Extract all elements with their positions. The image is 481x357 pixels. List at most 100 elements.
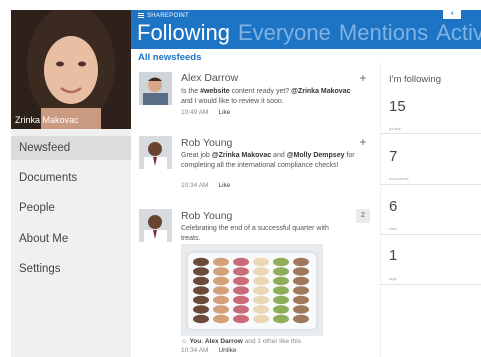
macaron [233,267,249,276]
macaron [253,314,269,324]
post-text-part: content ready yet? [229,88,292,95]
stat-tags-label: tags [389,276,397,281]
likes-rest: and 1 other like this [242,338,301,345]
macaron [273,276,289,286]
stat-sites-label: sites [389,226,398,231]
macaron [213,276,229,286]
brand: SHAREPOINT [138,13,189,19]
post-time: 10:49 AM [181,109,209,116]
nav-item-documents[interactable]: Documents [11,166,131,190]
likes-person-link[interactable]: Alex Darrow [205,338,243,345]
reply-button[interactable]: + [356,71,370,85]
macaron [213,314,229,324]
macaron [253,276,269,286]
notification-badge[interactable]: 4 [443,10,461,19]
nav-item-newsfeed[interactable]: Newsfeed [11,136,131,160]
post-text-part: Great job [181,152,212,159]
macaron [213,305,229,314]
unlike-link[interactable]: Unlike [218,347,236,354]
sharepoint-newsfeed-screen: Zrinka Makovac Newsfeed Documents People… [0,0,481,357]
post-text: Is the #website content ready yet? @Zrin… [181,87,356,107]
macaron [273,286,289,295]
divider [380,284,481,285]
post-meta: 10:49 AM Like [181,109,230,116]
macaron [213,286,229,295]
post-text-part: Is the [181,88,201,95]
stat-sites-count[interactable]: 6 [389,198,397,215]
macaron [193,305,209,314]
sidebar: Newsfeed Documents People About Me Setti… [11,129,131,357]
macaron [253,257,269,267]
stat-people-label: people [389,126,402,131]
macaron [233,305,249,314]
macaron [253,305,269,314]
post-text-part: and [271,152,287,159]
post-time: 10:34 AM [181,347,209,354]
tab-mentions[interactable]: Mentions [339,20,428,46]
nav-item-about-me[interactable]: About Me [11,227,131,251]
macaron [293,257,309,267]
macaron [293,295,309,305]
profile-photo[interactable]: Zrinka Makovac [11,10,131,129]
macaron [193,314,209,324]
divider [380,133,481,134]
stat-people-count[interactable]: 15 [389,98,406,115]
post-text-part: and I would like to review it soon. [181,98,284,105]
macaron [213,267,229,276]
avatar-image [139,136,172,169]
like-link[interactable]: Like [218,182,230,189]
tab-following[interactable]: Following [137,20,230,46]
divider [380,234,481,235]
avatar[interactable] [139,209,172,242]
macaron [293,305,309,314]
reply-button[interactable]: + [356,135,370,149]
tab-everyone[interactable]: Everyone [238,20,331,46]
macaron [273,314,289,324]
divider [380,184,481,185]
avatar[interactable] [139,136,172,169]
feed-title[interactable]: All newsfeeds [138,52,201,63]
macaron [293,267,309,276]
macaron [233,286,249,295]
avatar[interactable] [139,72,172,105]
like-link[interactable]: Like [218,109,230,116]
macaron [233,295,249,305]
macaron [213,295,229,305]
tab-activity[interactable]: Activ [436,20,481,46]
macaron [233,314,249,324]
macaron [273,305,289,314]
profile-portrait-image [11,10,131,129]
brand-label: SHAREPOINT [147,13,190,20]
post-text: Great job @Zrinka Makovac and @Molly Dem… [181,151,356,171]
macaron [293,276,309,286]
macaron [193,257,209,267]
top-bar: SHAREPOINT 4 Following Everyone Mentions Ac… [131,10,481,49]
mention-link[interactable]: @Molly Dempsey [287,152,345,159]
profile-name: Zrinka Makovac [15,115,79,125]
avatar-image [139,209,172,242]
macaron [213,257,229,267]
mention-link[interactable]: @Zrinka Makovac [291,88,350,95]
post-photo[interactable] [181,244,323,336]
hashtag-link[interactable]: #website [200,88,230,95]
macaron [193,286,209,295]
macaron [273,267,289,276]
macaron [193,276,209,286]
likes-you: You [189,338,202,345]
macaron [273,295,289,305]
stat-tags-count[interactable]: 1 [389,247,397,264]
nav-item-settings[interactable]: Settings [11,257,131,281]
macaron [233,257,249,267]
nav-item-people[interactable]: People [11,196,131,220]
avatar-image [139,72,172,105]
post-author[interactable]: Rob Young [181,137,232,149]
macarons-image [181,244,323,336]
macaron [253,295,269,305]
reply-count-badge[interactable]: 2 [356,209,370,223]
stat-documents-count[interactable]: 7 [389,148,397,165]
column-divider [380,62,381,357]
post-author[interactable]: Alex Darrow [181,72,238,84]
mention-link[interactable]: @Zrinka Makovac [212,152,271,159]
menu-icon[interactable] [138,13,144,18]
post-author[interactable]: Rob Young [181,210,232,222]
